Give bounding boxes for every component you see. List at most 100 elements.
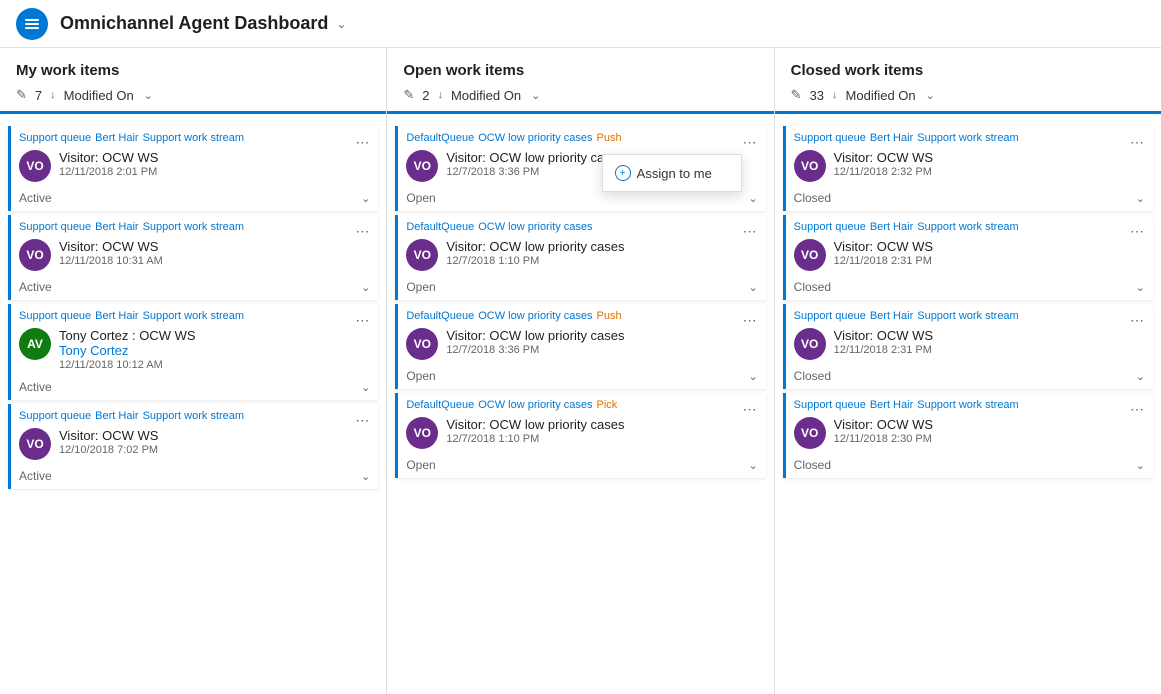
tag-label[interactable]: OCW low priority cases xyxy=(478,310,592,322)
chevron-down-icon[interactable]: ⌄ xyxy=(748,281,757,294)
item-name: Visitor: OCW WS xyxy=(59,428,370,443)
item-date: 12/7/2018 1:10 PM xyxy=(446,255,757,267)
tag-label[interactable]: Bert Hair xyxy=(870,310,913,322)
sort-label: Modified On xyxy=(64,88,134,103)
item-date: 12/11/2018 10:12 AM xyxy=(59,359,370,371)
item-footer: Closed ⌄ xyxy=(786,188,1153,211)
app-header: Omnichannel Agent Dashboard ⌄ xyxy=(0,0,1161,48)
sort-dropdown-icon[interactable]: ⌄ xyxy=(144,89,153,102)
tag-label[interactable]: DefaultQueue xyxy=(406,221,474,233)
sort-dropdown-icon[interactable]: ⌄ xyxy=(926,89,935,102)
chevron-down-icon[interactable]: ⌄ xyxy=(361,381,370,394)
column-title: My work items xyxy=(16,62,370,79)
tag-label[interactable]: Support queue xyxy=(19,221,91,233)
item-menu-button[interactable]: ⋯ xyxy=(740,132,760,152)
avatar: VO xyxy=(406,239,438,271)
tag-label[interactable]: Support work stream xyxy=(917,399,1018,411)
header-dropdown-arrow[interactable]: ⌄ xyxy=(336,17,346,31)
edit-icon[interactable]: ✎ xyxy=(403,87,414,103)
work-item-owi-4: DefaultQueueOCW low priority casesPick⋯ … xyxy=(395,393,765,478)
chevron-down-icon[interactable]: ⌄ xyxy=(1136,459,1145,472)
item-tags: DefaultQueueOCW low priority casesPush xyxy=(398,304,765,324)
item-footer: Active ⌄ xyxy=(11,277,378,300)
tag-label[interactable]: OCW low priority cases xyxy=(478,221,592,233)
item-body: VO Visitor: OCW WS 12/11/2018 10:31 AM xyxy=(11,235,378,277)
item-menu-button[interactable]: ⋯ xyxy=(352,132,372,152)
item-tags: DefaultQueueOCW low priority casesPush xyxy=(398,126,765,146)
edit-icon[interactable]: ✎ xyxy=(791,87,802,103)
tag-label[interactable]: Bert Hair xyxy=(870,221,913,233)
tag-label[interactable]: Support work stream xyxy=(917,221,1018,233)
tag-label[interactable]: Support work stream xyxy=(917,132,1018,144)
chevron-down-icon[interactable]: ⌄ xyxy=(748,370,757,383)
tag-label[interactable]: Support work stream xyxy=(917,310,1018,322)
chevron-down-icon[interactable]: ⌄ xyxy=(361,281,370,294)
tag-label[interactable]: DefaultQueue xyxy=(406,132,474,144)
tag-label[interactable]: DefaultQueue xyxy=(406,399,474,411)
chevron-down-icon[interactable]: ⌄ xyxy=(1136,370,1145,383)
tag-label[interactable]: DefaultQueue xyxy=(406,310,474,322)
sort-arrow-icon[interactable]: ↓ xyxy=(50,89,56,101)
tag-label[interactable]: Bert Hair xyxy=(95,310,138,322)
avatar: VO xyxy=(19,239,51,271)
tag-label[interactable]: Support work stream xyxy=(143,132,244,144)
tag-label[interactable]: Support queue xyxy=(794,221,866,233)
tag-label[interactable]: Support work stream xyxy=(143,310,244,322)
assign-to-me-button[interactable]: + Assign to me xyxy=(603,159,741,187)
chevron-down-icon[interactable]: ⌄ xyxy=(748,459,757,472)
tag-label[interactable]: Support work stream xyxy=(143,410,244,422)
item-menu-button[interactable]: ⋯ xyxy=(352,410,372,430)
tag-label[interactable]: OCW low priority cases xyxy=(478,399,592,411)
item-menu-button[interactable]: ⋯ xyxy=(1127,132,1147,152)
tag-label[interactable]: Support work stream xyxy=(143,221,244,233)
edit-icon[interactable]: ✎ xyxy=(16,87,27,103)
sort-dropdown-icon[interactable]: ⌄ xyxy=(531,89,540,102)
sort-arrow-icon[interactable]: ↓ xyxy=(437,89,443,101)
chevron-down-icon[interactable]: ⌄ xyxy=(361,470,370,483)
tag-label[interactable]: Support queue xyxy=(19,310,91,322)
chevron-down-icon[interactable]: ⌄ xyxy=(748,192,757,205)
column-title: Closed work items xyxy=(791,62,1145,79)
work-item-owi-3: DefaultQueueOCW low priority casesPush⋯ … xyxy=(395,304,765,389)
item-date: 12/7/2018 1:10 PM xyxy=(446,433,757,445)
work-item-owi-2: DefaultQueueOCW low priority cases⋯ VO V… xyxy=(395,215,765,300)
tag-label[interactable]: Support queue xyxy=(794,310,866,322)
item-name: Visitor: OCW low priority cases xyxy=(446,328,757,343)
item-menu-button[interactable]: ⋯ xyxy=(352,221,372,241)
item-menu-button[interactable]: ⋯ xyxy=(740,310,760,330)
item-body: VO Visitor: OCW WS 12/10/2018 7:02 PM xyxy=(11,424,378,466)
item-menu-button[interactable]: ⋯ xyxy=(740,399,760,419)
chevron-down-icon[interactable]: ⌄ xyxy=(1136,192,1145,205)
sort-arrow-icon[interactable]: ↓ xyxy=(832,89,838,101)
item-name: Visitor: OCW WS xyxy=(834,328,1145,343)
item-menu-button[interactable]: ⋯ xyxy=(1127,310,1147,330)
item-status: Open xyxy=(406,280,435,294)
tag-label[interactable]: Bert Hair xyxy=(870,132,913,144)
tag-label[interactable]: Support queue xyxy=(794,132,866,144)
item-status: Open xyxy=(406,191,435,205)
item-info: Visitor: OCW WS 12/11/2018 2:32 PM xyxy=(834,150,1145,178)
item-tags: Support queue Bert Hair Support work strea… xyxy=(11,215,378,235)
item-menu-button[interactable]: ⋯ xyxy=(1127,221,1147,241)
item-menu-button[interactable]: ⋯ xyxy=(352,310,372,330)
work-item-cwi-4: Support queue Bert Hair Support work strea… xyxy=(783,393,1153,478)
item-body: VO Visitor: OCW WS 12/11/2018 2:30 PM xyxy=(786,413,1153,455)
item-menu-button[interactable]: ⋯ xyxy=(1127,399,1147,419)
tag-label[interactable]: Bert Hair xyxy=(95,410,138,422)
chevron-down-icon[interactable]: ⌄ xyxy=(1136,281,1145,294)
item-menu-button[interactable]: ⋯ xyxy=(740,221,760,241)
tag-label[interactable]: Support queue xyxy=(794,399,866,411)
item-date: 12/11/2018 2:32 PM xyxy=(834,166,1145,178)
tag-label[interactable]: Support queue xyxy=(19,132,91,144)
chevron-down-icon[interactable]: ⌄ xyxy=(361,192,370,205)
tag-label[interactable]: OCW low priority cases xyxy=(478,132,592,144)
tag-label[interactable]: Bert Hair xyxy=(870,399,913,411)
item-info: Visitor: OCW low priority cases 12/7/201… xyxy=(446,417,757,445)
tag-label[interactable]: Bert Hair xyxy=(95,132,138,144)
avatar: VO xyxy=(19,150,51,182)
tag-label[interactable]: Bert Hair xyxy=(95,221,138,233)
item-name-link[interactable]: Tony Cortez xyxy=(59,343,128,358)
tag-label[interactable]: Support queue xyxy=(19,410,91,422)
assign-popup: + Assign to me xyxy=(602,154,742,192)
item-name: Visitor: OCW low priority cases xyxy=(446,417,757,432)
